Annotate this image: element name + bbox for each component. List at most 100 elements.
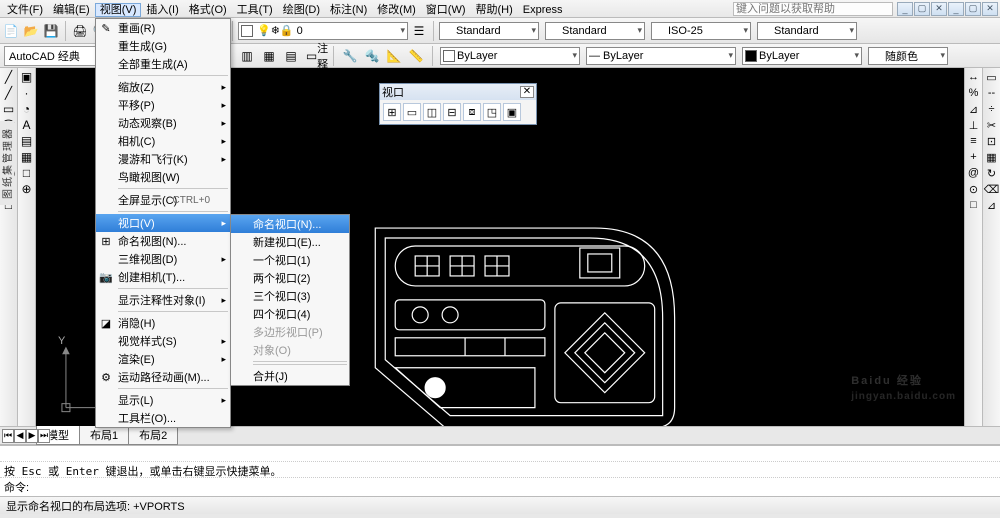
drawing-canvas[interactable]: X Y 视口 ✕ ⊞▭◫⊟⧈◳▣ ✎重画(R)重生成(G)全部重生成(A)缩放(… <box>36 68 964 426</box>
style-combo[interactable]: Standard <box>439 22 539 40</box>
tool-icon[interactable]: □ <box>20 166 34 180</box>
menu-entry[interactable]: ⚙运动路径动画(M)... <box>96 368 230 386</box>
tab-nav-button[interactable]: ◀ <box>14 429 26 443</box>
sheetset-icon[interactable]: ▥ <box>238 47 256 65</box>
viewport-tool-icon[interactable]: ▣ <box>503 103 521 121</box>
menu-item[interactable]: 视图(V) <box>95 3 142 17</box>
viewport-submenu[interactable]: 命名视口(N)...新建视口(E)...一个视口(1)两个视口(2)三个视口(3… <box>230 214 350 386</box>
layer-props-icon[interactable]: ☰ <box>410 22 428 40</box>
menu-entry[interactable]: ⊞命名视图(N)... <box>96 232 230 250</box>
viewport-tool-icon[interactable]: ▭ <box>403 103 421 121</box>
viewport-tool-icon[interactable]: ◫ <box>423 103 441 121</box>
tool-icon[interactable]: □ <box>967 198 981 212</box>
x1-icon[interactable]: 🔧 <box>341 47 359 65</box>
menu-item[interactable]: 插入(I) <box>141 3 183 17</box>
tool-icon[interactable]: ▦ <box>985 150 999 164</box>
save-icon[interactable]: 💾 <box>42 22 60 40</box>
x4-icon[interactable]: 📏 <box>407 47 425 65</box>
style-combo[interactable]: ISO-25 <box>651 22 751 40</box>
viewport-tool-icon[interactable]: ⧈ <box>463 103 481 121</box>
menu-item[interactable]: 工具(T) <box>232 3 278 17</box>
x3-icon[interactable]: 📐 <box>385 47 403 65</box>
property-combo[interactable]: —ByLayer <box>586 47 736 65</box>
menu-item[interactable]: 编辑(E) <box>48 3 95 17</box>
property-combo[interactable]: ByLayer <box>440 47 580 65</box>
menu-entry[interactable]: 工具栏(O)... <box>96 409 230 427</box>
window-button[interactable]: ✕ <box>982 2 998 16</box>
tool-icon[interactable]: ╱ <box>2 70 16 84</box>
command-area[interactable]: 按 Esc 或 Enter 键退出，或单击右键显示快捷菜单。 命令: <box>0 444 1000 496</box>
property-combo[interactable]: ByLayer <box>742 47 862 65</box>
menu-item[interactable]: 帮助(H) <box>471 3 518 17</box>
tool2-icon[interactable]: ▤ <box>282 47 300 65</box>
menu-entry[interactable]: 显示(L) <box>96 391 230 409</box>
menu-item[interactable]: 标注(N) <box>325 3 372 17</box>
viewport-tool-icon[interactable]: ◳ <box>483 103 501 121</box>
new-icon[interactable]: 📄 <box>2 22 20 40</box>
tool-icon[interactable]: ▣ <box>20 70 34 84</box>
menu-entry[interactable]: 三维视图(D) <box>96 250 230 268</box>
tool-icon[interactable]: ÷ <box>985 102 999 116</box>
property-combo[interactable]: 随颜色 <box>868 47 948 65</box>
menu-item[interactable]: Express <box>518 3 568 17</box>
tool-icon[interactable]: ▦ <box>20 150 34 164</box>
menu-entry[interactable]: 缩放(Z) <box>96 78 230 96</box>
menu-entry[interactable]: 鸟瞰视图(W) <box>96 168 230 186</box>
tool-icon[interactable]: + <box>967 150 981 164</box>
submenu-entry[interactable]: 合并(J) <box>231 367 349 385</box>
window-button[interactable]: _ <box>897 2 913 16</box>
tool-icon[interactable]: ⊥ <box>967 118 981 132</box>
menu-entry[interactable]: 全屏显示(C) <box>96 191 230 209</box>
tool-icon[interactable]: ⊕ <box>20 182 34 196</box>
tab-nav-button[interactable]: ▶ <box>26 429 38 443</box>
layer-combo[interactable]: 💡❄🔒 0 <box>238 22 408 40</box>
style-combo[interactable]: Standard <box>545 22 645 40</box>
menu-item[interactable]: 格式(O) <box>184 3 232 17</box>
tool-icon[interactable]: ↻ <box>985 166 999 180</box>
submenu-entry[interactable]: 一个视口(1) <box>231 251 349 269</box>
tool-icon[interactable]: ▤ <box>20 134 34 148</box>
tool-icon[interactable]: ⊿ <box>985 198 999 212</box>
menu-item[interactable]: 绘图(D) <box>278 3 325 17</box>
submenu-entry[interactable]: 命名视口(N)... <box>231 215 349 233</box>
x2-icon[interactable]: 🔩 <box>363 47 381 65</box>
tool-icon[interactable]: ↔ <box>967 70 981 84</box>
command-input-line[interactable]: 命令: <box>0 478 1000 496</box>
window-button[interactable]: _ <box>948 2 964 16</box>
menu-item[interactable]: 窗口(W) <box>421 3 471 17</box>
menu-item[interactable]: 修改(M) <box>372 3 421 17</box>
help-search[interactable] <box>733 2 893 16</box>
menu-entry[interactable]: 全部重生成(A) <box>96 55 230 73</box>
menu-entry[interactable]: 📷创建相机(T)... <box>96 268 230 286</box>
style-combo[interactable]: Standard <box>757 22 857 40</box>
tool-icon[interactable]: ✂ <box>985 118 999 132</box>
close-icon[interactable]: ✕ <box>520 86 534 98</box>
tool-icon[interactable]: % <box>967 86 981 100</box>
layout-tab[interactable]: 布局2 <box>128 426 178 445</box>
tool-icon[interactable]: -- <box>985 86 999 100</box>
menu-entry[interactable]: 相机(C) <box>96 132 230 150</box>
menu-entry[interactable]: ◪消隐(H) <box>96 314 230 332</box>
window-button[interactable]: ▢ <box>914 2 930 16</box>
window-button[interactable]: ✕ <box>931 2 947 16</box>
tool-icon[interactable]: ◔ <box>20 102 34 116</box>
tool-icon[interactable]: ⌫ <box>985 182 999 196</box>
tool-icon[interactable]: ⊡ <box>985 134 999 148</box>
menu-entry[interactable]: 视觉样式(S) <box>96 332 230 350</box>
menu-item[interactable]: 文件(F) <box>2 3 48 17</box>
view-menu-dropdown[interactable]: ✎重画(R)重生成(G)全部重生成(A)缩放(Z)平移(P)动态观察(B)相机(… <box>95 18 231 428</box>
plot-icon[interactable]: 🖨 <box>71 22 89 40</box>
layout-tab[interactable]: 布局1 <box>79 426 129 445</box>
tool-icon[interactable]: ╱ <box>2 86 16 100</box>
tool-icon[interactable]: · <box>20 86 34 100</box>
viewport-tool-icon[interactable]: ⊞ <box>383 103 401 121</box>
viewport-toolbar-title[interactable]: 视口 ✕ <box>380 84 536 100</box>
viewport-toolbar[interactable]: 视口 ✕ ⊞▭◫⊟⧈◳▣ <box>379 83 537 125</box>
menu-entry[interactable]: 渲染(E) <box>96 350 230 368</box>
menu-entry[interactable]: ✎重画(R) <box>96 19 230 37</box>
tool-icon[interactable]: ▭ <box>2 102 16 116</box>
menu-entry[interactable]: 平移(P) <box>96 96 230 114</box>
menu-entry[interactable]: 重生成(G) <box>96 37 230 55</box>
menu-entry[interactable]: 显示注释性对象(I) <box>96 291 230 309</box>
tab-nav-button[interactable]: ⏭ <box>38 429 50 443</box>
